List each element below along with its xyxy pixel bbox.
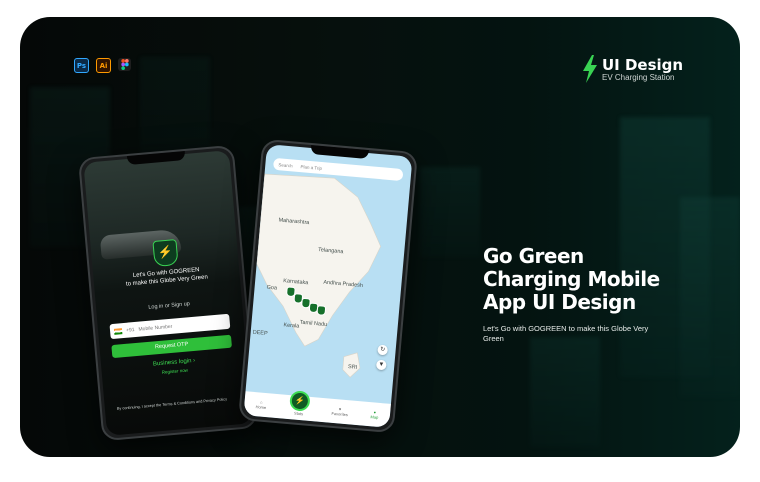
mobile-number-input[interactable]: Mobile Number (138, 323, 172, 332)
terms-checkbox-text[interactable]: By continuing, I accept the Terms & Cond… (117, 396, 243, 412)
india-flag-icon (113, 327, 123, 335)
map-label: Kerala (283, 322, 300, 330)
hero-tagline: Let's Go with GOGREEN to make this Globe… (483, 324, 649, 343)
photoshop-icon: Ps (74, 58, 89, 73)
hero-heading: Go Green Charging Mobile App UI Design (483, 245, 713, 314)
tab-stats[interactable]: ⚡ Stats (288, 389, 311, 417)
brand-subtitle: EV Charging Station (602, 72, 675, 82)
hero: Go Green Charging Mobile App UI Design L… (483, 245, 713, 344)
plan-trip-button[interactable]: Plan a Trip (300, 164, 322, 171)
map-label: Goa (266, 284, 278, 292)
showcase-card: Ps Ai UI Design EV Charging Station Go G… (20, 17, 740, 457)
map-screen[interactable]: Search Plan a Trip Maharashtra Telangana… (243, 144, 413, 428)
map-label: DEEP (252, 329, 268, 337)
request-otp-button[interactable]: Request OTP (111, 334, 233, 359)
login-screen: ⚡ Let's Go with GOGREEN to make this Glo… (83, 150, 253, 436)
tab-favorites-label: Favorites (331, 410, 349, 418)
tab-favorites[interactable]: ♥ Favorites (331, 406, 348, 417)
gogreen-logo-icon: ⚡ (152, 239, 179, 268)
tool-icons: Ps Ai (74, 58, 131, 73)
tab-home[interactable]: ⌂ Home (255, 399, 267, 411)
tab-map-label: Map (370, 414, 379, 420)
login-phone-mockup: ⚡ Let's Go with GOGREEN to make this Glo… (77, 144, 259, 442)
tab-map[interactable]: ● Map (370, 409, 379, 420)
illustrator-icon: Ai (96, 58, 111, 73)
tab-stats-label: Stats (293, 410, 304, 416)
lightning-icon (583, 55, 597, 83)
hero-line-3: App UI Design (483, 290, 636, 314)
brand-title: UI Design (602, 55, 684, 74)
login-divider: Log in or Sign up (148, 301, 191, 311)
tab-home-label: Home (255, 404, 267, 411)
map-label: SRI (347, 364, 358, 371)
hero-line-1: Go Green (483, 244, 584, 268)
map-phone-mockup: Search Plan a Trip Maharashtra Telangana… (238, 138, 418, 434)
figma-icon (118, 58, 131, 71)
hero-line-2: Charging Mobile (483, 267, 660, 291)
country-code[interactable]: +91 (126, 327, 135, 334)
brand: UI Design EV Charging Station (582, 55, 683, 83)
search-input[interactable]: Search (278, 162, 293, 168)
